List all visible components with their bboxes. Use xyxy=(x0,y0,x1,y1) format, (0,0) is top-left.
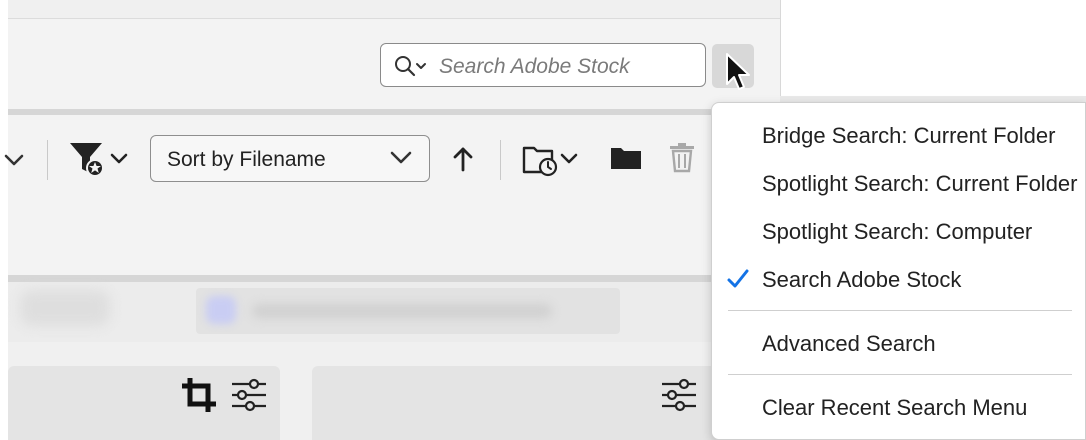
chevron-down-icon xyxy=(390,151,412,164)
menu-separator xyxy=(728,310,1072,311)
filter-favorites-icon[interactable] xyxy=(68,140,132,178)
toolbar-divider xyxy=(500,140,501,180)
blurred-breadcrumb xyxy=(196,288,620,334)
search-icon[interactable] xyxy=(393,54,429,78)
checkmark-icon xyxy=(727,269,749,288)
arrow-up-icon[interactable] xyxy=(452,145,474,173)
trash-icon xyxy=(670,143,694,173)
menu-item-advanced-search[interactable]: Advanced Search xyxy=(762,331,936,357)
panel-divider-middle[interactable] xyxy=(8,275,780,282)
search-options-menu: Bridge Search: Current Folder Spotlight … xyxy=(711,102,1086,440)
blurred-text xyxy=(252,304,552,318)
folder-icon[interactable] xyxy=(610,144,642,172)
title-bar xyxy=(8,0,780,19)
menu-item-search-adobe-stock[interactable]: Search Adobe Stock xyxy=(762,267,961,293)
menu-separator xyxy=(728,374,1072,375)
sort-label: Sort by Filename xyxy=(167,148,326,171)
blurred-path-row xyxy=(8,282,780,342)
recent-folder-icon[interactable] xyxy=(522,140,582,178)
toolbar-divider xyxy=(47,140,48,180)
sliders-icon[interactable] xyxy=(660,378,698,412)
menu-item-clear-recent-search-menu[interactable]: Clear Recent Search Menu xyxy=(762,395,1027,421)
menu-item-spotlight-search-current-folder[interactable]: Spotlight Search: Current Folder xyxy=(762,171,1078,197)
sort-dropdown[interactable]: Sort by Filename xyxy=(150,135,430,182)
crop-icon[interactable] xyxy=(180,376,218,414)
blurred-avatar xyxy=(206,296,236,324)
sliders-icon[interactable] xyxy=(230,378,268,412)
search-input[interactable]: Search Adobe Stock xyxy=(380,43,706,87)
menu-item-bridge-search-current-folder[interactable]: Bridge Search: Current Folder xyxy=(762,123,1055,149)
blurred-element xyxy=(20,290,110,326)
right-window-area xyxy=(780,0,1086,100)
window-left-edge xyxy=(0,0,8,440)
mouse-cursor-icon xyxy=(726,53,750,90)
menu-item-spotlight-search-computer[interactable]: Spotlight Search: Computer xyxy=(762,219,1032,245)
search-placeholder: Search Adobe Stock xyxy=(439,55,630,78)
chevron-down-icon[interactable] xyxy=(0,146,28,174)
